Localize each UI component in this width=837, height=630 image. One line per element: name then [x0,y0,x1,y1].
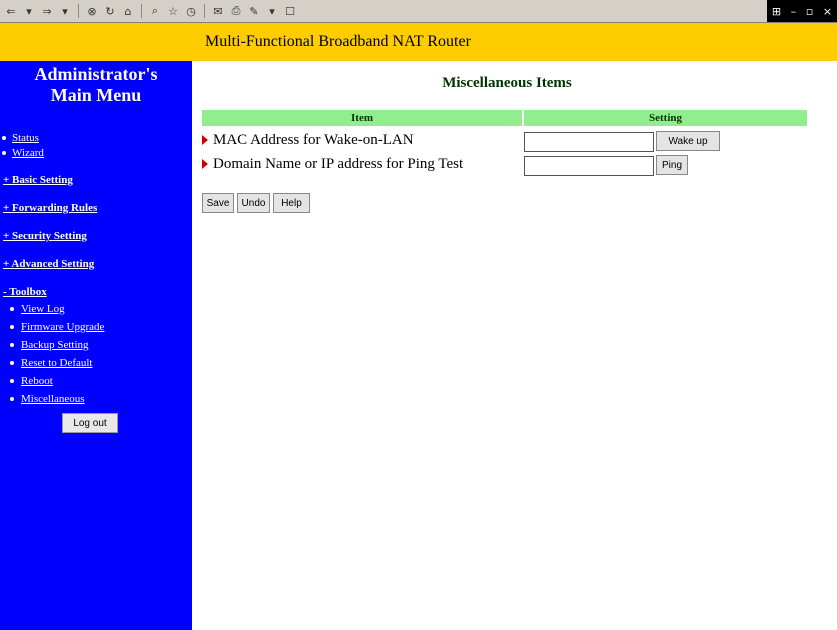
ping-button[interactable]: Ping [656,155,688,175]
wake-on-lan-label: MAC Address for Wake-on-LAN [213,131,414,148]
close-icon[interactable]: × [823,5,832,18]
mail-icon[interactable]: ✉ [211,4,225,18]
dropdown-arrow-icon[interactable]: ▾ [22,4,36,18]
bullet-icon [2,135,6,140]
dropdown-arrow-icon[interactable]: ▾ [265,4,279,18]
toolbox-link[interactable]: - Toolbox [0,284,192,300]
security-setting-link[interactable]: + Security Setting [0,228,192,244]
firmware-upgrade-link[interactable]: Firmware Upgrade [21,321,104,333]
toolbox-item-view-log: View Log [0,300,192,318]
bullet-icon [10,361,14,365]
arrow-bullet-icon [202,159,208,169]
view-log-link[interactable]: View Log [21,303,65,315]
toolbox-item-backup-setting: Backup Setting [0,336,192,354]
bullet-icon [10,307,14,311]
browser-toolbar: ⇐ ▾ ⇒ ▾ ⊗ ↻ ⌂ ⌕ ☆ ◷ ✉ ⎙ ✎ ▾ ☐ ⊞ – ▫ × [0,0,837,23]
history-icon[interactable]: ◷ [184,4,198,18]
menu-title: Administrator's Main Menu [0,61,192,106]
wizard-link[interactable]: Wizard [12,147,44,159]
toolbox-item-reset-to-default: Reset to Default [0,354,192,372]
backup-setting-link[interactable]: Backup Setting [21,339,89,351]
window-controls: ⊞ – ▫ × [767,0,837,22]
favorites-icon[interactable]: ☆ [166,4,180,18]
status-link[interactable]: Status [12,132,39,144]
miscellaneous-link[interactable]: Miscellaneous [21,393,85,405]
bullet-icon [10,325,14,329]
forward-icon[interactable]: ⇒ [40,4,54,18]
ping-test-label: Domain Name or IP address for Ping Test [213,155,464,172]
stop-icon[interactable]: ⊗ [85,4,99,18]
print-icon[interactable]: ⎙ [229,4,243,18]
toolbox-item-miscellaneous: Miscellaneous [0,390,192,408]
toolbox-item-reboot: Reboot [0,372,192,390]
bullet-icon [10,379,14,383]
logout-button[interactable]: Log out [62,413,118,433]
wake-up-button[interactable]: Wake up [656,131,720,151]
help-button[interactable]: Help [273,193,310,213]
column-header-setting: Setting [524,110,807,126]
table-row-wake-on-lan: MAC Address for Wake-on-LAN [202,129,414,151]
windows-logo-icon: ⊞ [771,4,782,18]
mac-address-input[interactable] [524,132,654,152]
minimize-icon[interactable]: – [791,5,797,18]
toolbar-separator [78,4,79,18]
menu-title-line2: Main Menu [50,85,142,105]
maximize-icon[interactable]: ▫ [806,5,813,18]
bullet-icon [10,343,14,347]
home-icon[interactable]: ⌂ [121,4,135,18]
back-icon[interactable]: ⇐ [4,4,18,18]
arrow-bullet-icon [202,135,208,145]
refresh-icon[interactable]: ↻ [103,4,117,18]
toolbox-item-firmware-upgrade: Firmware Upgrade [0,318,192,336]
column-header-item: Item [202,110,522,126]
search-icon[interactable]: ⌕ [148,4,162,18]
edit-icon[interactable]: ✎ [247,4,261,18]
bullet-icon [10,397,14,401]
discuss-icon[interactable]: ☐ [283,4,297,18]
main-content: Miscellaneous Items Item Setting MAC Add… [192,61,837,630]
reboot-link[interactable]: Reboot [21,375,53,387]
bullet-icon [2,150,6,155]
toolbar-separator [141,4,142,18]
ping-host-input[interactable] [524,156,654,176]
basic-setting-link[interactable]: + Basic Setting [0,172,192,188]
main-menu: Status Wizard + Basic Setting + Forwardi… [0,130,192,408]
toolbar-separator [204,4,205,18]
advanced-setting-link[interactable]: + Advanced Setting [0,256,192,272]
menu-item-wizard: Wizard [0,145,192,160]
table-row-ping-test: Domain Name or IP address for Ping Test [202,153,463,175]
banner-title: Multi-Functional Broadband NAT Router [205,33,471,50]
forwarding-rules-link[interactable]: + Forwarding Rules [0,200,192,216]
dropdown-arrow-icon[interactable]: ▾ [58,4,72,18]
menu-title-line1: Administrator's [34,64,158,84]
save-button[interactable]: Save [202,193,234,213]
menu-item-status: Status [0,130,192,145]
reset-to-default-link[interactable]: Reset to Default [21,357,92,369]
undo-button[interactable]: Undo [237,193,270,213]
page-title: Miscellaneous Items [442,75,572,91]
sidebar: Administrator's Main Menu Status Wizard … [0,61,192,630]
header-banner: Multi-Functional Broadband NAT Router [0,23,837,61]
